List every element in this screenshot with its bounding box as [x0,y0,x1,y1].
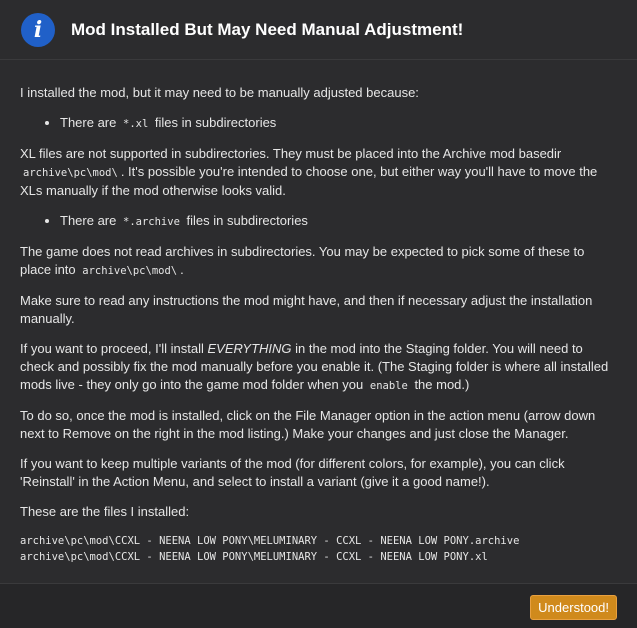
variants-text: If you want to keep multiple variants of… [20,456,565,489]
intro-text: I installed the mod, but it may need to … [20,85,419,100]
dialog-footer: Understood! [0,583,637,628]
emphasis-text: EVERYTHING [207,341,292,356]
code-snippet: archive\pc\mod\ [23,167,118,179]
file-path: archive\pc\mod\CCXL - NEENA LOW PONY\MEL… [20,535,520,547]
mod-install-dialog: i Mod Installed But May Need Manual Adju… [0,0,637,628]
files-heading: These are the files I installed: [20,504,190,519]
bullet-list-archive: There are *.archive files in subdirector… [20,212,617,231]
dialog-body: I installed the mod, but it may need to … [0,60,637,565]
bullet-list-xl: There are *.xl files in subdirectories [20,114,617,133]
understood-button[interactable]: Understood! [530,595,617,620]
info-icon: i [21,12,55,47]
instructions-text: Make sure to read any instructions the m… [20,293,593,326]
xl-explanation: XL files are not supported in subdirecto… [20,146,598,198]
list-item: There are *.xl files in subdirectories [60,114,617,133]
dialog-header: i Mod Installed But May Need Manual Adju… [0,0,637,60]
file-path: archive\pc\mod\CCXL - NEENA LOW PONY\MEL… [20,551,488,563]
archive-explanation: The game does not read archives in subdi… [20,244,585,277]
code-snippet: *.archive [123,216,180,228]
file-manager-text: To do so, once the mod is installed, cli… [20,408,596,441]
code-snippet: *.xl [123,118,149,130]
proceed-text: If you want to proceed, I'll install EVE… [20,341,609,392]
code-snippet: archive\pc\mod\ [82,265,178,277]
code-snippet: enable [369,380,408,392]
installed-files-list: archive\pc\mod\CCXL - NEENA LOW PONY\MEL… [20,533,617,565]
list-item: There are *.archive files in subdirector… [60,212,617,231]
dialog-title: Mod Installed But May Need Manual Adjust… [71,19,464,39]
